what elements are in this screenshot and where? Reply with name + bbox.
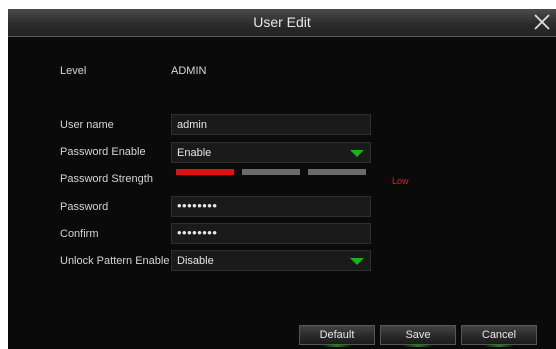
strength-segment: [242, 169, 300, 175]
unlock-pattern-label: Unlock Pattern Enable: [60, 255, 170, 267]
password-strength-label: Password Strength: [60, 173, 153, 185]
user-edit-dialog: User Edit Level ADMIN User name admin Pa…: [8, 9, 556, 349]
username-input[interactable]: admin: [171, 114, 371, 135]
close-icon[interactable]: [532, 12, 552, 32]
password-enable-value: Enable: [177, 147, 212, 159]
username-label: User name: [60, 119, 114, 131]
strength-segment: [176, 169, 234, 175]
password-strength-text: Low: [392, 176, 409, 186]
username-value: admin: [177, 119, 207, 131]
confirm-input[interactable]: ••••••••: [171, 223, 371, 244]
cancel-button[interactable]: Cancel: [461, 325, 537, 347]
confirm-label: Confirm: [60, 228, 99, 240]
dropdown-arrow-icon: [350, 150, 364, 157]
title-bar: User Edit: [8, 9, 556, 37]
password-enable-dropdown[interactable]: Enable: [171, 142, 371, 163]
password-label: Password: [60, 201, 109, 213]
unlock-pattern-value: Disable: [177, 255, 214, 267]
save-button[interactable]: Save: [380, 325, 456, 347]
level-value: ADMIN: [171, 65, 207, 77]
dropdown-arrow-icon: [350, 258, 364, 265]
default-button[interactable]: Default: [299, 325, 375, 347]
level-label: Level: [60, 65, 87, 77]
dialog-title: User Edit: [253, 14, 311, 30]
confirm-value: ••••••••: [177, 225, 218, 240]
password-enable-label: Password Enable: [60, 146, 146, 158]
password-value: ••••••••: [177, 198, 218, 213]
strength-segment: [308, 169, 366, 175]
unlock-pattern-dropdown[interactable]: Disable: [171, 250, 371, 271]
password-input[interactable]: ••••••••: [171, 196, 371, 217]
